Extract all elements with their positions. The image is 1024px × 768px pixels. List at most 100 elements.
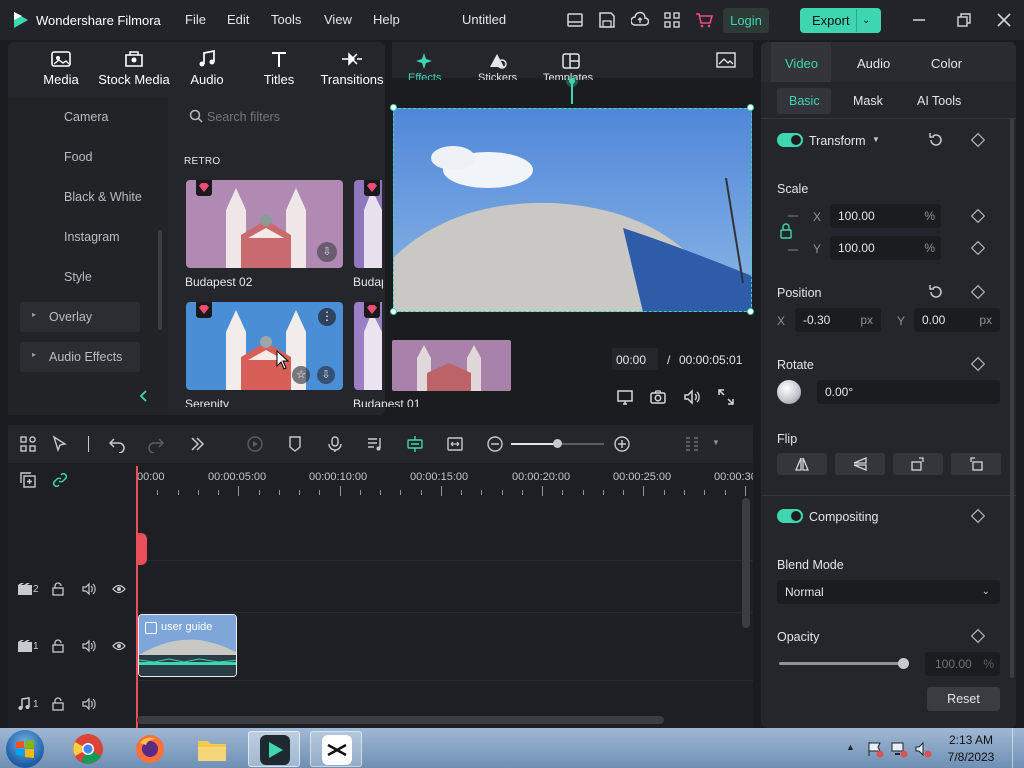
show-desktop-button[interactable] (1012, 728, 1024, 768)
apps-grid-icon[interactable] (663, 11, 681, 29)
category-food[interactable]: Food (64, 150, 93, 164)
resize-handle-se[interactable] (747, 308, 754, 315)
close-icon[interactable] (995, 11, 1013, 29)
filter-thumb-budapest-01-partial[interactable] (354, 302, 382, 390)
resize-handle-nw[interactable] (390, 104, 397, 111)
render-preview-icon[interactable] (246, 435, 264, 453)
tab-audio-props[interactable]: Audio (857, 56, 890, 71)
lock-aspect-icon[interactable] (778, 214, 802, 252)
taskbar-filmora[interactable] (248, 731, 300, 767)
link-icon[interactable] (51, 471, 69, 489)
filter-thumb-budapest-02[interactable]: ⇩ (186, 180, 343, 268)
lock-open-icon[interactable] (51, 639, 65, 653)
favorite-star-icon[interactable]: ☆ (292, 366, 310, 384)
tab-stock-media[interactable]: Stock Media (98, 50, 170, 87)
snapshot-camera-icon[interactable] (649, 388, 667, 406)
reset-rotate-icon[interactable] (927, 283, 945, 301)
select-pointer-icon[interactable] (51, 435, 69, 453)
tab-stickers[interactable]: Stickers (478, 72, 517, 80)
tab-media[interactable]: Media (26, 50, 96, 87)
start-button[interactable] (6, 730, 44, 768)
taskbar-file-explorer[interactable] (186, 731, 238, 767)
video-clip[interactable]: user guide (138, 614, 237, 677)
download-icon[interactable]: ⇩ (317, 366, 335, 384)
fullscreen-icon[interactable] (717, 388, 735, 406)
sidebar-scrollbar[interactable] (158, 230, 162, 330)
taskbar-firefox[interactable] (124, 731, 176, 767)
lock-open-icon[interactable] (51, 697, 65, 711)
stickers-icon[interactable] (486, 52, 508, 70)
templates-icon[interactable] (561, 52, 581, 70)
scale-x-input[interactable]: 100.00% (830, 204, 941, 228)
tab-audio[interactable]: Audio (172, 50, 242, 87)
export-button[interactable]: Export ⌄ (800, 8, 881, 33)
subtab-ai-tools[interactable]: AI Tools (917, 94, 961, 108)
tab-titles[interactable]: Titles (244, 50, 314, 87)
timeline-horizontal-scrollbar[interactable] (137, 716, 664, 724)
category-black-white[interactable]: Black & White (64, 190, 142, 204)
download-icon[interactable]: ⇩ (317, 242, 337, 262)
layout-icon[interactable] (566, 11, 584, 29)
display-monitor-icon[interactable] (616, 388, 634, 406)
flip-horizontal-button[interactable] (777, 453, 827, 475)
rotate-dial[interactable] (777, 380, 801, 404)
save-icon[interactable] (598, 11, 616, 29)
menu-view[interactable]: View (324, 12, 352, 27)
filter-thumb-serenity[interactable]: ⋮ ☆ ⇩ (186, 302, 343, 390)
collapse-left-icon[interactable] (138, 389, 150, 403)
flip-vertical-button[interactable] (835, 453, 885, 475)
auto-highlight-icon[interactable] (406, 435, 424, 453)
more-options-icon[interactable]: ⋮ (318, 308, 336, 326)
rotate-counterclockwise-button[interactable] (951, 453, 1001, 475)
transform-toggle[interactable] (777, 133, 803, 147)
tab-color[interactable]: Color (931, 56, 962, 71)
scale-y-input[interactable]: 100.00% (830, 236, 941, 260)
marker-shield-icon[interactable] (286, 435, 304, 453)
tab-templates[interactable]: Templates (543, 72, 593, 80)
caret-down-icon[interactable]: ▼ (712, 438, 720, 447)
undo-icon[interactable] (108, 435, 126, 453)
cart-icon[interactable] (695, 11, 713, 29)
position-x-input[interactable]: -0.30 px (795, 308, 881, 332)
minimize-icon[interactable] (910, 11, 928, 29)
tray-expand-icon[interactable]: ▲ (846, 742, 855, 752)
category-style[interactable]: Style (64, 270, 92, 284)
audio-mix-icon[interactable] (366, 435, 384, 453)
rotate-input[interactable]: 0.00° (817, 380, 1000, 404)
position-y-input[interactable]: 0.00 px (914, 308, 1000, 332)
menu-file[interactable]: File (185, 12, 206, 27)
lock-open-icon[interactable] (51, 582, 65, 596)
zoom-out-icon[interactable] (486, 435, 504, 453)
chevron-down-icon[interactable]: ⌄ (862, 8, 870, 33)
taskbar-date[interactable]: 7/8/2023 (946, 750, 996, 764)
tab-effects[interactable]: Effects (408, 72, 441, 80)
category-overlay-row[interactable]: ▸ Overlay (20, 302, 140, 332)
search-input[interactable] (207, 106, 377, 128)
reset-button[interactable]: Reset (927, 687, 1000, 711)
taskbar-chrome[interactable] (62, 731, 114, 767)
zoom-slider-fill[interactable] (511, 443, 557, 445)
opacity-slider-track[interactable] (779, 662, 904, 665)
volume-icon[interactable] (683, 388, 701, 406)
timecode-current[interactable]: 00:00 (616, 353, 646, 367)
compositing-toggle[interactable] (777, 509, 803, 523)
subtab-mask[interactable]: Mask (853, 94, 883, 108)
volume-icon[interactable] (82, 582, 96, 596)
playhead[interactable] (136, 466, 138, 728)
redo-icon[interactable] (147, 435, 165, 453)
microphone-icon[interactable] (326, 435, 344, 453)
login-button[interactable]: Login (723, 8, 769, 33)
zoom-slider-track[interactable] (557, 443, 604, 445)
tab-video[interactable]: Video (785, 56, 818, 71)
taskbar-capcut[interactable] (310, 731, 362, 767)
taskbar-time[interactable]: 2:13 AM (948, 733, 994, 747)
caret-down-icon[interactable]: ▼ (872, 135, 880, 144)
properties-scrollbar[interactable] (1010, 118, 1014, 678)
menu-help[interactable]: Help (373, 12, 400, 27)
rotate-clockwise-button[interactable] (893, 453, 943, 475)
add-track-icon[interactable] (19, 471, 37, 489)
playhead-handle[interactable] (137, 533, 147, 565)
resize-handle-ne[interactable] (747, 104, 754, 111)
category-audio-effects-row[interactable]: ▸ Audio Effects (20, 342, 140, 372)
eye-icon[interactable] (112, 582, 126, 596)
